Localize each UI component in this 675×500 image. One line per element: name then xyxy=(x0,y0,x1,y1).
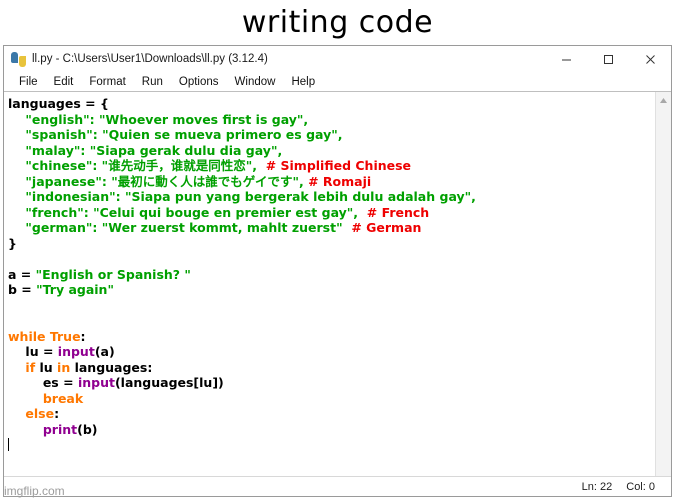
code-token: while True xyxy=(8,328,81,344)
code-token: "malay": "Siapa gerak dulu dia gay", xyxy=(25,142,283,158)
menu-item-help[interactable]: Help xyxy=(283,73,323,91)
code-token: "japanese": "最初に動く人は誰でもゲイです", xyxy=(25,173,304,189)
code-line: "indonesian": "Siapa pun yang bergerak l… xyxy=(8,189,655,205)
code-line: "japanese": "最初に動く人は誰でもゲイです", # Romaji xyxy=(8,174,655,190)
code-token: "English or Spanish? " xyxy=(35,266,191,282)
code-line: "spanish": "Quien se mueva primero es ga… xyxy=(8,127,655,143)
code-token: # Simplified Chinese xyxy=(265,158,412,173)
code-token: lu xyxy=(35,359,58,375)
code-line: "malay": "Siapa gerak dulu dia gay", xyxy=(8,143,655,159)
code-line: "german": "Wer zuerst kommt, mahlt zuers… xyxy=(8,220,655,236)
menu-item-edit[interactable]: Edit xyxy=(46,73,82,91)
meme-caption-top: writing code xyxy=(0,0,675,45)
code-token: # French xyxy=(366,204,430,220)
menu-item-file[interactable]: File xyxy=(11,73,46,91)
code-token: if xyxy=(25,359,36,375)
code-line: es = input(languages[lu]) xyxy=(8,375,655,391)
meme-image: writing code ll.py - C:\Users\User1\Down… xyxy=(0,0,675,500)
code-line: break xyxy=(8,391,655,407)
code-token: : xyxy=(80,328,86,344)
idle-editor-window: ll.py - C:\Users\User1\Downloads\ll.py (… xyxy=(3,45,672,497)
close-button[interactable] xyxy=(629,46,671,73)
window-controls xyxy=(545,46,671,73)
code-token: "Try again" xyxy=(36,282,114,297)
menu-item-options[interactable]: Options xyxy=(171,73,227,91)
window-titlebar[interactable]: ll.py - C:\Users\User1\Downloads\ll.py (… xyxy=(4,46,671,73)
code-line: print(b) xyxy=(8,422,655,438)
code-token: "indonesian": "Siapa pun yang bergerak l… xyxy=(25,189,476,204)
code-line: languages = { xyxy=(8,96,655,112)
window-title: ll.py - C:\Users\User1\Downloads\ll.py (… xyxy=(32,53,268,65)
status-column-number: Col: 0 xyxy=(626,480,655,493)
code-line: while True: xyxy=(8,329,655,345)
code-token: es = xyxy=(42,375,78,390)
code-token: : xyxy=(54,406,60,421)
scrollbar-track[interactable] xyxy=(656,108,671,476)
code-token: break xyxy=(42,390,84,406)
code-editor[interactable]: languages = { "english": "Whoever moves … xyxy=(4,92,655,476)
status-line-number: Ln: 22 xyxy=(581,480,613,493)
menu-item-format[interactable]: Format xyxy=(81,73,133,91)
code-token: "english": "Whoever moves first is gay", xyxy=(25,111,309,127)
titlebar-left: ll.py - C:\Users\User1\Downloads\ll.py (… xyxy=(4,51,545,67)
code-line: } xyxy=(8,236,655,252)
code-line: b = "Try again" xyxy=(8,282,655,298)
menubar: File Edit Format Run Options Window Help xyxy=(4,73,671,92)
code-content: languages = { "english": "Whoever moves … xyxy=(8,96,655,453)
maximize-button[interactable] xyxy=(587,46,629,73)
code-token: languages = { xyxy=(8,96,109,111)
code-line: "french": "Celui qui bouge en premier es… xyxy=(8,205,655,221)
python-idle-icon xyxy=(11,51,26,67)
scroll-up-icon[interactable] xyxy=(656,92,671,108)
code-line: if lu in languages: xyxy=(8,360,655,376)
code-token: lu = xyxy=(25,344,58,359)
code-line: else: xyxy=(8,406,655,422)
code-line: lu = input(a) xyxy=(8,344,655,360)
statusbar: Ln: 22 Col: 0 xyxy=(4,476,671,496)
imgflip-watermark: imgflip.com xyxy=(4,484,65,498)
editor-area: languages = { "english": "Whoever moves … xyxy=(4,92,671,476)
code-token: "chinese": "谁先动手，谁就是同性恋", xyxy=(25,158,257,173)
code-token: # German xyxy=(351,220,422,235)
code-token: (b) xyxy=(77,421,98,437)
code-line: "chinese": "谁先动手，谁就是同性恋", # Simplified C… xyxy=(8,158,655,174)
code-token: a = xyxy=(8,266,36,282)
code-token: input xyxy=(77,375,115,390)
code-token: "spanish": "Quien se mueva primero es ga… xyxy=(25,127,343,142)
code-token: input xyxy=(57,344,95,359)
code-token: # Romaji xyxy=(308,173,372,189)
code-token: "french": "Celui qui bouge en premier es… xyxy=(25,204,359,220)
code-token: print xyxy=(42,421,78,437)
code-token: b = xyxy=(8,282,37,297)
code-line: "english": "Whoever moves first is gay", xyxy=(8,112,655,128)
minimize-button[interactable] xyxy=(545,46,587,73)
code-token: "german": "Wer zuerst kommt, mahlt zuers… xyxy=(25,220,343,235)
vertical-scrollbar[interactable] xyxy=(655,92,671,476)
menu-item-run[interactable]: Run xyxy=(134,73,171,91)
code-line: a = "English or Spanish? " xyxy=(8,267,655,283)
code-token: } xyxy=(8,235,17,251)
code-token: (languages[lu]) xyxy=(114,375,224,390)
menu-item-window[interactable]: Window xyxy=(227,73,284,91)
code-token: in xyxy=(57,359,71,375)
code-token: else xyxy=(25,406,55,421)
code-token: (a) xyxy=(94,344,115,359)
code-line xyxy=(8,437,655,453)
code-token: languages: xyxy=(70,359,153,375)
text-caret xyxy=(8,438,9,451)
